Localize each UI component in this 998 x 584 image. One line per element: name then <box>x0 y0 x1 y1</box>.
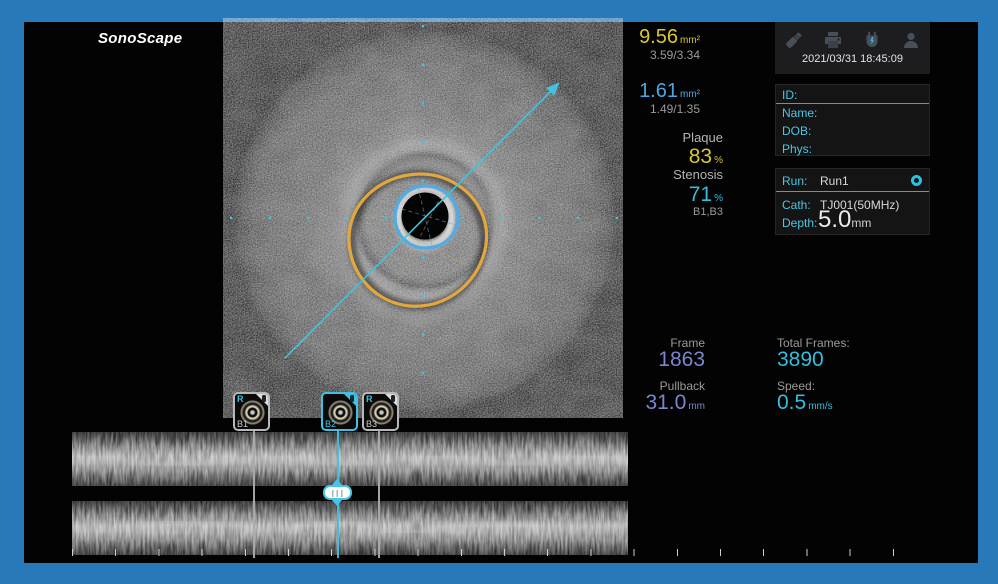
total-frames-value: 3890 <box>777 348 824 372</box>
power-plug-icon[interactable] <box>861 29 883 51</box>
bookmark-flag-icon <box>350 395 354 402</box>
bookmark-b3-record-marker: R <box>366 394 373 404</box>
bookmark-flag-icon <box>262 395 266 402</box>
bookmark-thumbnail-b3[interactable]: R B3 <box>362 392 399 431</box>
frame-value: 1863 <box>658 348 705 372</box>
cath-label: Cath: <box>782 198 811 212</box>
bookmark-b3-label: B3 <box>366 419 377 429</box>
depth-value: 5.0mm <box>818 206 871 234</box>
usb-icon[interactable] <box>783 29 805 51</box>
run-selector[interactable]: Run: Run1 <box>776 169 929 192</box>
vessel-area-value: 9.56mm² <box>639 26 700 49</box>
stenosis-value: 71% <box>689 183 723 207</box>
patient-name-field: Name: <box>776 104 929 122</box>
bookmark-b1-marker-line <box>253 431 255 558</box>
slider-grip-lines <box>332 490 345 497</box>
bookmark-b3-marker-line <box>378 431 380 558</box>
bookmark-b2-label: B2 <box>325 419 336 429</box>
lumen-area-value: 1.61mm² <box>639 80 700 103</box>
ivus-cross-section-image[interactable] <box>223 18 623 418</box>
main-screen: SonoScape <box>24 22 978 563</box>
pullback-value: 31.0mm <box>645 391 705 415</box>
bookmark-thumbnail-b1[interactable]: R B1 <box>233 392 270 431</box>
strip-lower[interactable] <box>72 501 628 555</box>
run-panel: Run: Run1 Cath: TJ001(50MHz) Depth: 5.0m… <box>775 168 930 235</box>
vessel-diameters: 3.59/3.34 <box>650 48 700 62</box>
bookmark-flag-icon <box>391 395 395 402</box>
strip-upper[interactable] <box>72 432 628 486</box>
stenosis-label: Stenosis <box>673 167 723 182</box>
bookmark-b1-label: B1 <box>237 419 248 429</box>
patient-id-field[interactable]: ID: <box>776 85 929 104</box>
vessel-area-unit: mm² <box>680 35 700 46</box>
printer-icon[interactable] <box>822 29 844 51</box>
plaque-value: 83% <box>689 145 723 169</box>
toolbar-panel: 2021/03/31 18:45:09 <box>775 22 930 74</box>
lumen-diameters: 1.49/1.35 <box>650 102 700 116</box>
user-icon[interactable] <box>900 29 922 51</box>
bookmark-thumbnail-b2[interactable]: B2 <box>321 392 358 431</box>
frame-slider-handle[interactable] <box>323 485 352 500</box>
run-value: Run1 <box>820 174 849 188</box>
speed-value: 0.5mm/s <box>777 391 833 415</box>
patient-phys-field: Phys: <box>776 140 929 158</box>
patient-dob-field: DOB: <box>776 122 929 140</box>
pullback-ruler <box>72 549 936 556</box>
run-label: Run: <box>782 174 807 188</box>
bookmark-b1-record-marker: R <box>237 394 244 404</box>
stenosis-bookmarks-ref: B1,B3 <box>693 206 723 218</box>
brand-logo: SonoScape <box>98 30 182 47</box>
app-frame: SonoScape <box>0 0 998 584</box>
plaque-label: Plaque <box>683 130 723 145</box>
lumen-area-unit: mm² <box>680 89 700 100</box>
patient-panel: ID: Name: DOB: Phys: <box>775 84 930 156</box>
run-info-icon[interactable] <box>911 175 922 186</box>
datetime-display: 2021/03/31 18:45:09 <box>775 53 930 65</box>
depth-label: Depth: <box>782 216 817 230</box>
